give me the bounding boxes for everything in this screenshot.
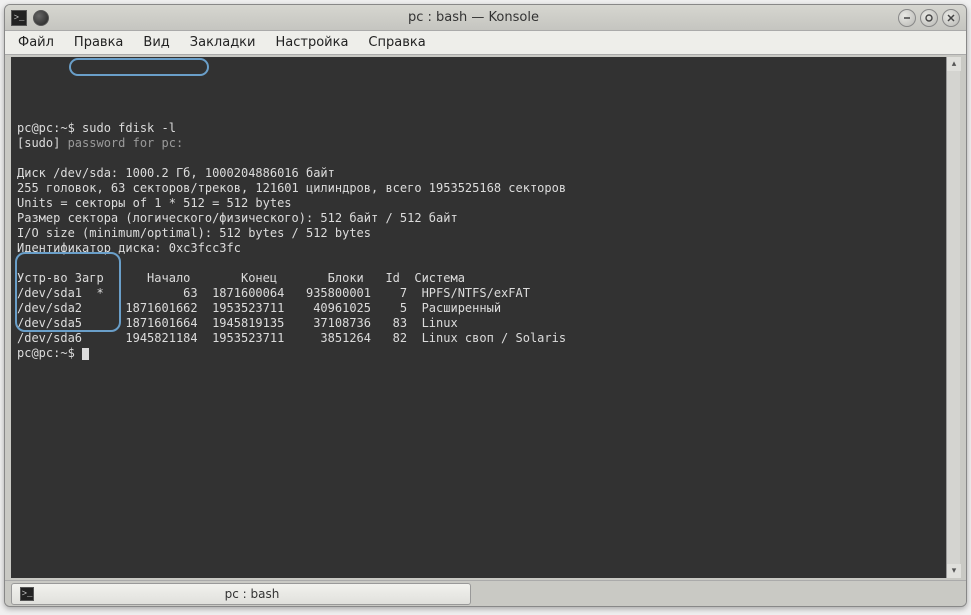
- menu-bookmarks[interactable]: Закладки: [181, 33, 265, 52]
- terminal-line: Units = секторы of 1 * 512 = 512 bytes: [17, 196, 940, 211]
- terminal-line: [sudo] password for pc:: [17, 136, 940, 151]
- maximize-button[interactable]: [920, 9, 938, 27]
- terminal-line: pc@pc:~$ sudo fdisk -l: [17, 121, 940, 136]
- app-icon: >_: [11, 10, 27, 26]
- menu-view[interactable]: Вид: [134, 33, 178, 52]
- terminal-line: Размер сектора (логического/физического)…: [17, 211, 940, 226]
- menubar: Файл Правка Вид Закладки Настройка Справ…: [5, 31, 966, 55]
- terminal[interactable]: pc@pc:~$ sudo fdisk -l[sudo] password fo…: [11, 57, 946, 578]
- terminal-line: /dev/sda1 * 63 1871600064 935800001 7 HP…: [17, 286, 940, 301]
- tab-label: pc : bash: [42, 587, 462, 601]
- close-button[interactable]: [942, 9, 960, 27]
- terminal-line: [17, 151, 940, 166]
- terminal-line: I/O size (minimum/optimal): 512 bytes / …: [17, 226, 940, 241]
- menu-edit[interactable]: Правка: [65, 33, 132, 52]
- terminal-line: /dev/sda2 1871601662 1953523711 40961025…: [17, 301, 940, 316]
- terminal-area: pc@pc:~$ sudo fdisk -l[sudo] password fo…: [11, 57, 960, 578]
- tab-app-icon: >_: [20, 587, 34, 601]
- terminal-line: /dev/sda6 1945821184 1953523711 3851264 …: [17, 331, 940, 346]
- terminal-line: Диск /dev/sda: 1000.2 Гб, 1000204886016 …: [17, 166, 940, 181]
- terminal-line: Идентификатор диска: 0xc3fcc3fc: [17, 241, 940, 256]
- terminal-line: /dev/sda5 1871601664 1945819135 37108736…: [17, 316, 940, 331]
- tab-terminal[interactable]: >_ pc : bash: [11, 583, 471, 605]
- tabbar: >_ pc : bash: [5, 580, 966, 606]
- menu-file[interactable]: Файл: [9, 33, 63, 52]
- terminal-line: 255 головок, 63 секторов/треков, 121601 …: [17, 181, 940, 196]
- scroll-down-arrow[interactable]: ▾: [947, 564, 961, 578]
- konsole-window: >_ pc : bash — Konsole Файл Правка Вид З…: [4, 4, 967, 607]
- titlebar[interactable]: >_ pc : bash — Konsole: [5, 5, 966, 31]
- window-title: pc : bash — Konsole: [49, 10, 898, 25]
- pin-icon[interactable]: [33, 10, 49, 26]
- terminal-line: Устр-во Загр Начало Конец Блоки Id Систе…: [17, 271, 940, 286]
- minimize-button[interactable]: [898, 9, 916, 27]
- terminal-line: pc@pc:~$: [17, 346, 940, 361]
- highlight-command: [69, 58, 209, 76]
- scrollbar[interactable]: ▴ ▾: [946, 57, 960, 578]
- menu-help[interactable]: Справка: [359, 33, 434, 52]
- terminal-line: [17, 256, 940, 271]
- menu-settings[interactable]: Настройка: [266, 33, 357, 52]
- scroll-up-arrow[interactable]: ▴: [947, 57, 961, 71]
- scroll-track[interactable]: [947, 71, 960, 564]
